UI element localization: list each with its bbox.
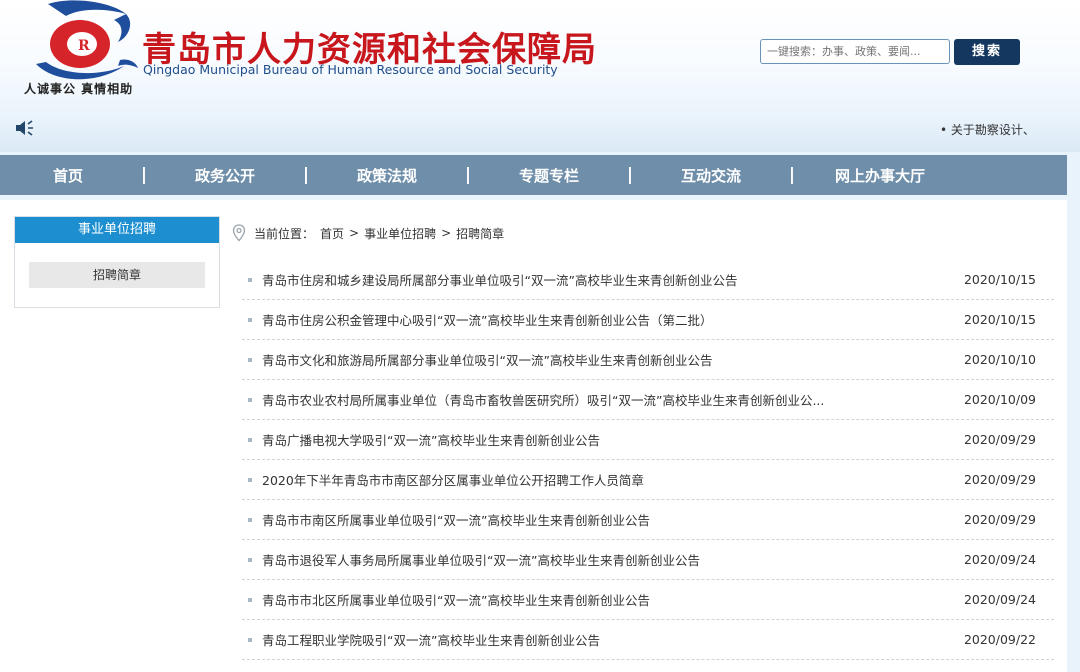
article-title[interactable]: 青岛广播电视大学吸引“双一流”高校毕业生来青创新创业公告 [262,430,946,449]
breadcrumb-current[interactable]: 招聘简章 [456,225,504,242]
article-date: 2020/09/29 [963,472,1036,487]
bureau-logo-icon[interactable]: R [26,0,156,92]
article-date: 2020/10/10 [963,352,1036,367]
article-title[interactable]: 青岛市市南区所属事业单位吸引“双一流”高校毕业生来青创新创业公告 [262,510,946,529]
breadcrumb-prefix: 当前位置： [254,226,315,241]
article-title[interactable]: 青岛市住房和城乡建设局所属部分事业单位吸引“双一流”高校毕业生来青创新创业公告 [262,270,946,289]
search-input[interactable] [760,39,950,64]
site-header: R 人诚事公 真情相助 青岛市人力资源和社会保障局 Qingdao Munici… [0,0,1080,118]
location-pin-icon [232,224,246,242]
nav-separator: | [788,165,796,185]
site-title-english: Qingdao Municipal Bureau of Human Resour… [143,62,558,77]
bullet-icon [248,277,252,282]
list-item[interactable]: 青岛市市南区所属事业单位吸引“双一流”高校毕业生来青创新创业公告 2020/09/… [242,500,1054,540]
article-title[interactable]: 青岛市市北区所属事业单位吸引“双一流”高校毕业生来青创新创业公告 [262,590,946,609]
bullet-icon [248,477,252,482]
bullet-icon [248,317,252,322]
nav-home[interactable]: 首页 [0,165,136,186]
bullet-icon [248,357,252,362]
bullet-icon [248,637,252,642]
bullet-icon [248,557,252,562]
breadcrumb-separator: > [349,226,360,240]
nav-separator: | [140,165,148,185]
article-title[interactable]: 青岛市退役军人事务局所属事业单位吸引“双一流”高校毕业生来青创新创业公告 [262,550,946,569]
nav-separator: | [464,165,472,185]
list-item[interactable]: 青岛市退役军人事务局所属事业单位吸引“双一流”高校毕业生来青创新创业公告 2020… [242,540,1054,580]
nav-special-topics[interactable]: 专题专栏 [476,165,622,186]
nav-separator: | [302,165,310,185]
speaker-icon [16,120,33,136]
bullet-icon [248,597,252,602]
bullet-icon [248,437,252,442]
nav-interaction[interactable]: 互动交流 [638,165,784,186]
list-item[interactable]: 青岛广播电视大学吸引“双一流”高校毕业生来青创新创业公告 2020/09/29 [242,420,1054,460]
list-item[interactable]: 青岛市农业农村局所属事业单位（青岛市畜牧兽医研究所）吸引“双一流”高校毕业生来青… [242,380,1054,420]
bullet-icon [248,397,252,402]
breadcrumb: 当前位置： 首页 > 事业单位招聘 > 招聘简章 [232,224,504,242]
nav-government-affairs[interactable]: 政务公开 [152,165,298,186]
search-button[interactable]: 搜索 [954,39,1020,65]
notice-bar: • 关于勘察设计、 [0,118,1080,152]
article-date: 2020/09/24 [963,552,1036,567]
main-content: 事业单位招聘 招聘简章 当前位置： 首页 > 事业单位招聘 > 招聘简章 青岛市… [0,200,1067,672]
breadcrumb-home[interactable]: 首页 [320,225,344,242]
list-item[interactable]: 青岛工程职业学院吸引“双一流”高校毕业生来青创新创业公告 2020/09/22 [242,620,1054,660]
list-item[interactable]: 青岛市住房公积金管理中心吸引“双一流”高校毕业生来青创新创业公告（第二批） 202… [242,300,1054,340]
article-title[interactable]: 青岛工程职业学院吸引“双一流”高校毕业生来青创新创业公告 [262,630,946,649]
article-date: 2020/10/15 [963,272,1036,287]
main-nav: 首页 | 政务公开 | 政策法规 | 专题专栏 | 互动交流 | 网上办事大厅 [0,155,1067,195]
article-date: 2020/09/29 [963,512,1036,527]
breadcrumb-recruitment[interactable]: 事业单位招聘 [364,225,436,242]
article-title[interactable]: 青岛市农业农村局所属事业单位（青岛市畜牧兽医研究所）吸引“双一流”高校毕业生来青… [262,390,946,409]
article-title[interactable]: 青岛市住房公积金管理中心吸引“双一流”高校毕业生来青创新创业公告（第二批） [262,310,946,329]
article-date: 2020/09/22 [963,632,1036,647]
breadcrumb-separator: > [441,226,452,240]
article-list: 青岛市住房和城乡建设局所属部分事业单位吸引“双一流”高校毕业生来青创新创业公告 2… [242,260,1054,660]
nav-online-services[interactable]: 网上办事大厅 [800,165,960,186]
article-date: 2020/09/24 [963,592,1036,607]
nav-policies[interactable]: 政策法规 [314,165,460,186]
notice-marquee[interactable]: • 关于勘察设计、 [940,121,1035,138]
list-item[interactable]: 青岛市市北区所属事业单位吸引“双一流”高校毕业生来青创新创业公告 2020/09/… [242,580,1054,620]
svg-text:R: R [78,38,90,54]
article-title[interactable]: 青岛市文化和旅游局所属部分事业单位吸引“双一流”高校毕业生来青创新创业公告 [262,350,946,369]
list-item[interactable]: 2020年下半年青岛市市南区部分区属事业单位公开招聘工作人员简章 2020/09/… [242,460,1054,500]
sidebar-heading[interactable]: 事业单位招聘 [15,217,219,243]
bullet-icon [248,517,252,522]
article-date: 2020/10/15 [963,312,1036,327]
list-item[interactable]: 青岛市住房和城乡建设局所属部分事业单位吸引“双一流”高校毕业生来青创新创业公告 2… [242,260,1054,300]
sidebar: 事业单位招聘 招聘简章 [14,216,220,308]
article-date: 2020/10/09 [963,392,1036,407]
article-title[interactable]: 2020年下半年青岛市市南区部分区属事业单位公开招聘工作人员简章 [262,470,946,489]
sidebar-item-recruitment-brochure[interactable]: 招聘简章 [29,262,205,288]
slogan: 人诚事公 真情相助 [24,82,134,96]
article-date: 2020/09/29 [963,432,1036,447]
nav-separator: | [626,165,634,185]
list-item[interactable]: 青岛市文化和旅游局所属部分事业单位吸引“双一流”高校毕业生来青创新创业公告 202… [242,340,1054,380]
